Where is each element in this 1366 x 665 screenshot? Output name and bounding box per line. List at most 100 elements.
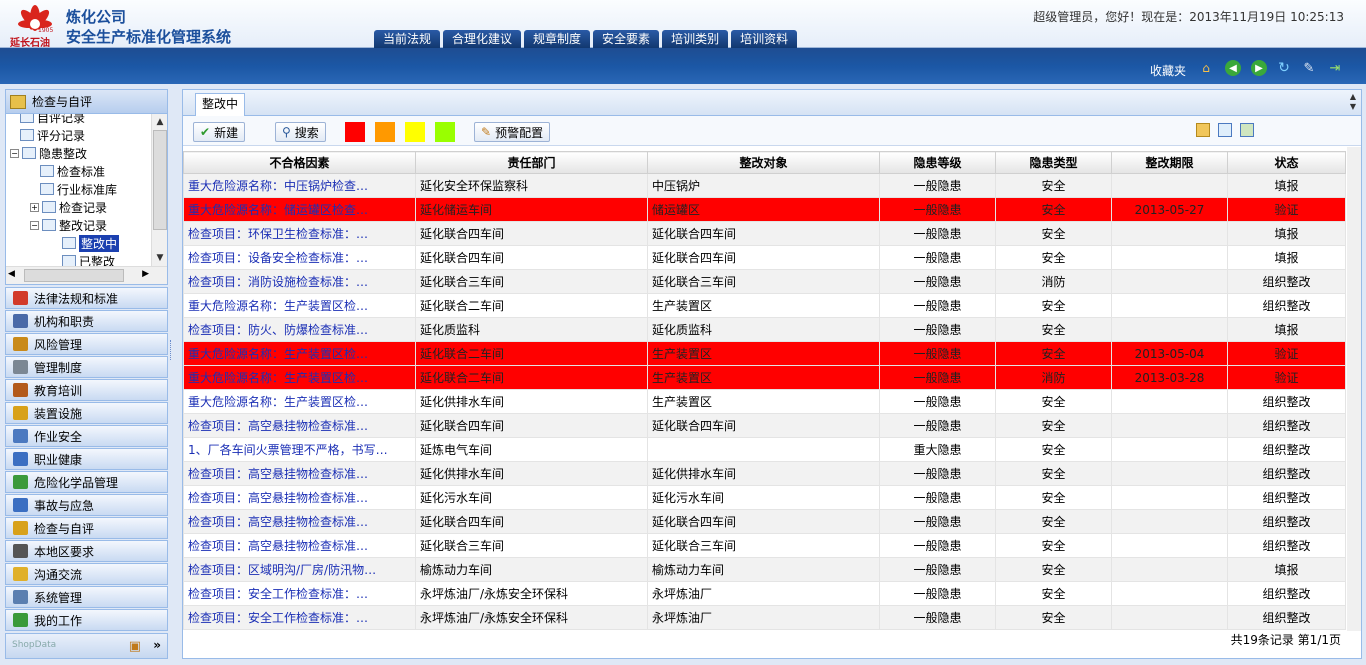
table-row[interactable]: 1、厂各车间火票管理不严格，书写… 延炼电气车间 重大隐患 安全 组织整改 bbox=[183, 437, 1346, 462]
menu-item[interactable]: 风险管理 bbox=[5, 333, 168, 355]
yellow-filter-swatch[interactable] bbox=[405, 122, 425, 142]
cell-factor[interactable]: 重大危险源名称：生产装置区检… bbox=[183, 365, 416, 390]
menu-item[interactable]: 装置设施 bbox=[5, 402, 168, 424]
table-row[interactable]: 检查项目：环保卫生检查标准：… 延化联合四车间 延化联合四车间 一般隐患 安全 填报 bbox=[183, 221, 1346, 246]
tab-in-rectification[interactable]: 整改中 bbox=[195, 93, 246, 116]
table-row[interactable]: 检查项目：高空悬挂物检查标准… 延化供排水车间 延化供排水车间 一般隐患 安全 组织整改 bbox=[183, 461, 1346, 486]
menu-item[interactable]: 法律法规和标准 bbox=[5, 287, 168, 309]
red-filter-swatch[interactable] bbox=[345, 122, 365, 142]
menu-item[interactable]: 系统管理 bbox=[5, 586, 168, 608]
tab-scroll-icon[interactable]: ▲ ▼ bbox=[1347, 92, 1359, 112]
home-icon[interactable]: ⌂ bbox=[1198, 60, 1214, 76]
collapse-icon[interactable]: − bbox=[10, 148, 19, 158]
tools-icon[interactable]: ✎ bbox=[1301, 60, 1317, 76]
table-row[interactable]: 重大危险源名称：中压锅炉检查… 延化安全环保监察科 中压锅炉 一般隐患 安全 填报 bbox=[183, 173, 1346, 198]
tree-node[interactable]: 自评记录 bbox=[20, 114, 85, 126]
table-row[interactable]: 检查项目：高空悬挂物检查标准… 延化联合三车间 延化联合三车间 一般隐患 安全 组织整改 bbox=[183, 533, 1346, 558]
cell-factor[interactable]: 重大危险源名称：中压锅炉检查… bbox=[183, 173, 416, 198]
cell-factor[interactable]: 1、厂各车间火票管理不严格，书写… bbox=[183, 437, 416, 462]
cell-factor[interactable]: 重大危险源名称：生产装置区检… bbox=[183, 293, 416, 318]
column-header[interactable]: 整改期限 bbox=[1111, 151, 1228, 174]
table-row[interactable]: 检查项目：设备安全检查标准：… 延化联合四车间 延化联合四车间 一般隐患 安全 填报 bbox=[183, 245, 1346, 270]
hscroll-thumb[interactable] bbox=[24, 269, 124, 282]
tree-node[interactable]: − 整改记录 bbox=[30, 216, 107, 234]
menu-item[interactable]: 作业安全 bbox=[5, 425, 168, 447]
refresh-icon[interactable]: ↻ bbox=[1276, 60, 1292, 76]
briefcase-icon[interactable]: ▣ bbox=[129, 639, 141, 654]
panel-splitter[interactable] bbox=[170, 340, 173, 360]
export-icon[interactable] bbox=[1218, 123, 1232, 137]
table-row[interactable]: 重大危险源名称：生产装置区检… 延化联合二车间 生产装置区 一般隐患 消防 2013-03… bbox=[183, 365, 1346, 390]
expand-double-chevron-icon[interactable]: » bbox=[153, 638, 161, 652]
tree-node[interactable]: 评分记录 bbox=[20, 126, 85, 144]
tree-node[interactable]: 已整改 bbox=[62, 252, 115, 266]
orange-filter-swatch[interactable] bbox=[375, 122, 395, 142]
menu-item[interactable]: 沟通交流 bbox=[5, 563, 168, 585]
scroll-up-icon[interactable]: ▲ bbox=[152, 114, 168, 130]
top-nav-tab[interactable]: 培训资料 bbox=[731, 30, 798, 48]
table-row[interactable]: 检查项目：高空悬挂物检查标准… 延化污水车间 延化污水车间 一般隐患 安全 组织整改 bbox=[183, 485, 1346, 510]
table-row[interactable]: 检查项目：高空悬挂物检查标准… 延化联合四车间 延化联合四车间 一般隐患 安全 组织整改 bbox=[183, 413, 1346, 438]
table-row[interactable]: 重大危险源名称：储运罐区检查… 延化储运车间 储运罐区 一般隐患 安全 2013-05-2… bbox=[183, 197, 1346, 222]
collapse-icon[interactable]: − bbox=[30, 220, 39, 230]
table-row[interactable]: 检查项目：安全工作检查标准：… 永坪炼油厂/永炼安全环保科 永坪炼油厂 一般隐患 安全 组… bbox=[183, 605, 1346, 630]
menu-item[interactable]: 我的工作 bbox=[5, 609, 168, 631]
column-header[interactable]: 状态 bbox=[1227, 151, 1346, 174]
column-header[interactable]: 责任部门 bbox=[415, 151, 648, 174]
scroll-right-icon[interactable]: ▶ bbox=[142, 269, 149, 279]
tree-node[interactable]: 检查标准 bbox=[40, 162, 105, 180]
tree-node[interactable]: 整改中 bbox=[62, 234, 120, 252]
top-nav-tab[interactable]: 安全要素 bbox=[593, 30, 660, 48]
cell-factor[interactable]: 重大危险源名称：生产装置区检… bbox=[183, 341, 416, 366]
menu-item[interactable]: 教育培训 bbox=[5, 379, 168, 401]
new-button[interactable]: ✔ 新建 bbox=[193, 122, 246, 142]
back-icon[interactable]: ◀ bbox=[1225, 60, 1241, 76]
column-header[interactable]: 不合格因素 bbox=[183, 151, 416, 174]
tree-vscrollbar[interactable]: ▲ ▼ bbox=[151, 114, 167, 266]
cell-factor[interactable]: 检查项目：高空悬挂物检查标准… bbox=[183, 509, 416, 534]
grid-vscrollbar[interactable] bbox=[1347, 147, 1361, 631]
green-filter-swatch[interactable] bbox=[435, 122, 455, 142]
favorites-link[interactable]: 收藏夹 bbox=[1150, 62, 1186, 79]
scroll-left-icon[interactable]: ◀ bbox=[8, 269, 15, 279]
cell-factor[interactable]: 检查项目：防火、防爆检查标准… bbox=[183, 317, 416, 342]
menu-item[interactable]: 危险化学品管理 bbox=[5, 471, 168, 493]
tree-hscrollbar[interactable]: ◀ ▶ bbox=[6, 266, 167, 284]
scroll-down-icon[interactable]: ▼ bbox=[152, 250, 168, 266]
search-button[interactable]: ⚲ 搜索 bbox=[275, 122, 326, 142]
menu-item[interactable]: 检查与自评 bbox=[5, 517, 168, 539]
menu-item[interactable]: 机构和职责 bbox=[5, 310, 168, 332]
top-nav-tab[interactable]: 合理化建议 bbox=[443, 30, 522, 48]
tree-node[interactable]: − 隐患整改 bbox=[10, 144, 87, 162]
column-header[interactable]: 隐患类型 bbox=[995, 151, 1112, 174]
tree-header[interactable]: 检查与自评 bbox=[6, 90, 167, 114]
table-row[interactable]: 检查项目：安全工作检查标准：… 永坪炼油厂/永炼安全环保科 永坪炼油厂 一般隐患 安全 组… bbox=[183, 581, 1346, 606]
top-nav-tab[interactable]: 规章制度 bbox=[524, 30, 591, 48]
cell-factor[interactable]: 重大危险源名称：储运罐区检查… bbox=[183, 197, 416, 222]
top-nav-tab[interactable]: 培训类别 bbox=[662, 30, 729, 48]
menu-item[interactable]: 本地区要求 bbox=[5, 540, 168, 562]
cell-factor[interactable]: 检查项目：安全工作检查标准：… bbox=[183, 605, 416, 630]
menu-item[interactable]: 职业健康 bbox=[5, 448, 168, 470]
table-row[interactable]: 重大危险源名称：生产装置区检… 延化联合二车间 生产装置区 一般隐患 安全 组织整改 bbox=[183, 293, 1346, 318]
exit-icon[interactable]: ⇥ bbox=[1327, 60, 1343, 76]
scroll-thumb[interactable] bbox=[153, 130, 167, 230]
cell-factor[interactable]: 检查项目：高空悬挂物检查标准… bbox=[183, 413, 416, 438]
cell-factor[interactable]: 检查项目：消防设施检查标准：… bbox=[183, 269, 416, 294]
cell-factor[interactable]: 检查项目：设备安全检查标准：… bbox=[183, 245, 416, 270]
forward-icon[interactable]: ▶ bbox=[1251, 60, 1267, 76]
cell-factor[interactable]: 检查项目：环保卫生检查标准：… bbox=[183, 221, 416, 246]
image-icon[interactable] bbox=[1240, 123, 1254, 137]
cell-factor[interactable]: 重大危险源名称：生产装置区检… bbox=[183, 389, 416, 414]
cell-factor[interactable]: 检查项目：高空悬挂物检查标准… bbox=[183, 461, 416, 486]
top-nav-tab[interactable]: 当前法规 bbox=[374, 30, 441, 48]
warning-config-button[interactable]: ✎ 预警配置 bbox=[474, 122, 551, 142]
expand-icon[interactable]: + bbox=[30, 202, 39, 212]
folder-add-icon[interactable] bbox=[1196, 123, 1210, 137]
table-row[interactable]: 重大危险源名称：生产装置区检… 延化供排水车间 生产装置区 一般隐患 安全 组织整改 bbox=[183, 389, 1346, 414]
cell-factor[interactable]: 检查项目：高空悬挂物检查标准… bbox=[183, 485, 416, 510]
tree-node[interactable]: 行业标准库 bbox=[40, 180, 117, 198]
column-header[interactable]: 隐患等级 bbox=[879, 151, 996, 174]
column-header[interactable]: 整改对象 bbox=[647, 151, 880, 174]
table-row[interactable]: 检查项目：区域明沟/厂房/防汛物… 榆炼动力车间 榆炼动力车间 一般隐患 安全 填报 bbox=[183, 557, 1346, 582]
